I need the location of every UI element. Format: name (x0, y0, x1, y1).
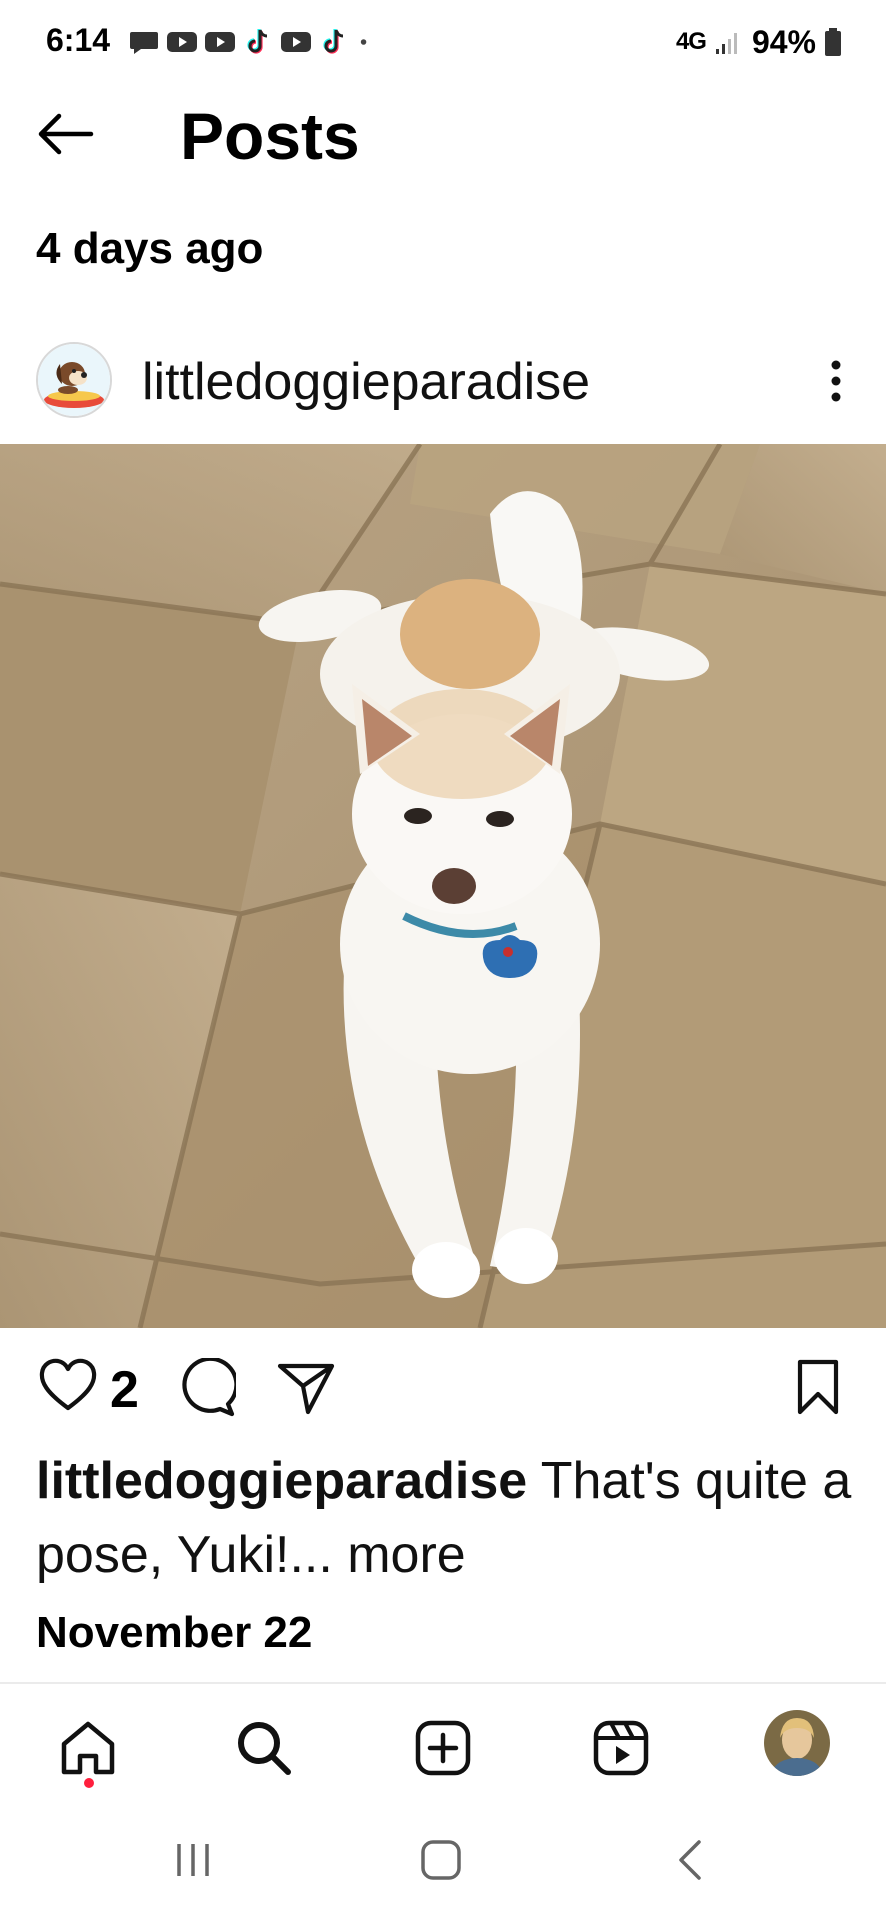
search-icon (238, 1722, 291, 1775)
youtube-icon (167, 32, 197, 52)
user-photo (764, 1710, 830, 1776)
caption-more-link[interactable]: more (333, 1526, 465, 1584)
post-author-username[interactable]: littledoggieparadise (142, 352, 590, 412)
heart-icon[interactable] (38, 1358, 98, 1414)
nav-create[interactable] (407, 1712, 479, 1784)
more-vertical-icon (831, 360, 841, 402)
cartoon-dog-avatar (38, 344, 110, 416)
nav-reels[interactable] (585, 1712, 657, 1784)
screen: 6:14 4G 94% Posts 4 days ago littledoggi… (0, 0, 886, 1920)
arrow-left-icon (38, 113, 94, 155)
nav-home[interactable] (52, 1712, 124, 1784)
nav-search[interactable] (228, 1712, 300, 1784)
page-title: Posts (180, 99, 360, 173)
network-type: 4G (675, 28, 707, 55)
post-date: November 22 (36, 1608, 313, 1657)
home-system-button[interactable] (406, 1830, 476, 1890)
system-navigation (0, 1800, 886, 1920)
app-header: Posts (0, 84, 886, 184)
recents-icon (177, 1844, 209, 1876)
reels-icon (593, 1720, 649, 1776)
tiktok-icon (247, 29, 268, 54)
youtube-icon (205, 32, 235, 52)
notification-icons (128, 26, 378, 58)
more-options-button[interactable] (816, 350, 856, 412)
message-icon (130, 32, 158, 54)
post-image[interactable] (0, 444, 886, 1328)
signal-icon (715, 33, 737, 54)
bottom-nav (0, 1682, 886, 1802)
share-icon[interactable] (276, 1358, 336, 1418)
profile-avatar[interactable] (764, 1710, 830, 1776)
post-caption: littledoggieparadise That's quite a pose… (36, 1444, 866, 1592)
youtube-icon (281, 32, 311, 52)
home-notification-dot (84, 1778, 94, 1788)
battery-level: 94% (751, 23, 816, 60)
like-count[interactable]: 2 (110, 1360, 139, 1420)
caption-username[interactable]: littledoggieparadise (36, 1452, 527, 1510)
home-icon (61, 1721, 115, 1775)
post-actions: 2 (0, 1348, 886, 1428)
timestamp: 4 days ago (36, 224, 264, 273)
system-status: 4G 94% (676, 20, 842, 64)
post-header: littledoggieparadise (0, 336, 886, 426)
dog-photo (0, 444, 886, 1328)
status-bar: 6:14 4G 94% (0, 0, 886, 84)
bookmark-icon[interactable] (794, 1358, 842, 1418)
tiktok-icon (323, 29, 344, 54)
comment-icon[interactable] (176, 1358, 236, 1418)
recent-apps-button[interactable] (158, 1830, 228, 1890)
back-system-button[interactable] (656, 1830, 726, 1890)
create-icon (415, 1720, 471, 1776)
dot-icon (360, 39, 367, 45)
battery-icon (825, 28, 841, 56)
status-time: 6:14 (46, 22, 111, 58)
chevron-left-icon (679, 1840, 701, 1880)
back-button[interactable] (30, 106, 100, 162)
post-author-avatar[interactable] (36, 342, 112, 418)
square-icon (421, 1840, 461, 1880)
